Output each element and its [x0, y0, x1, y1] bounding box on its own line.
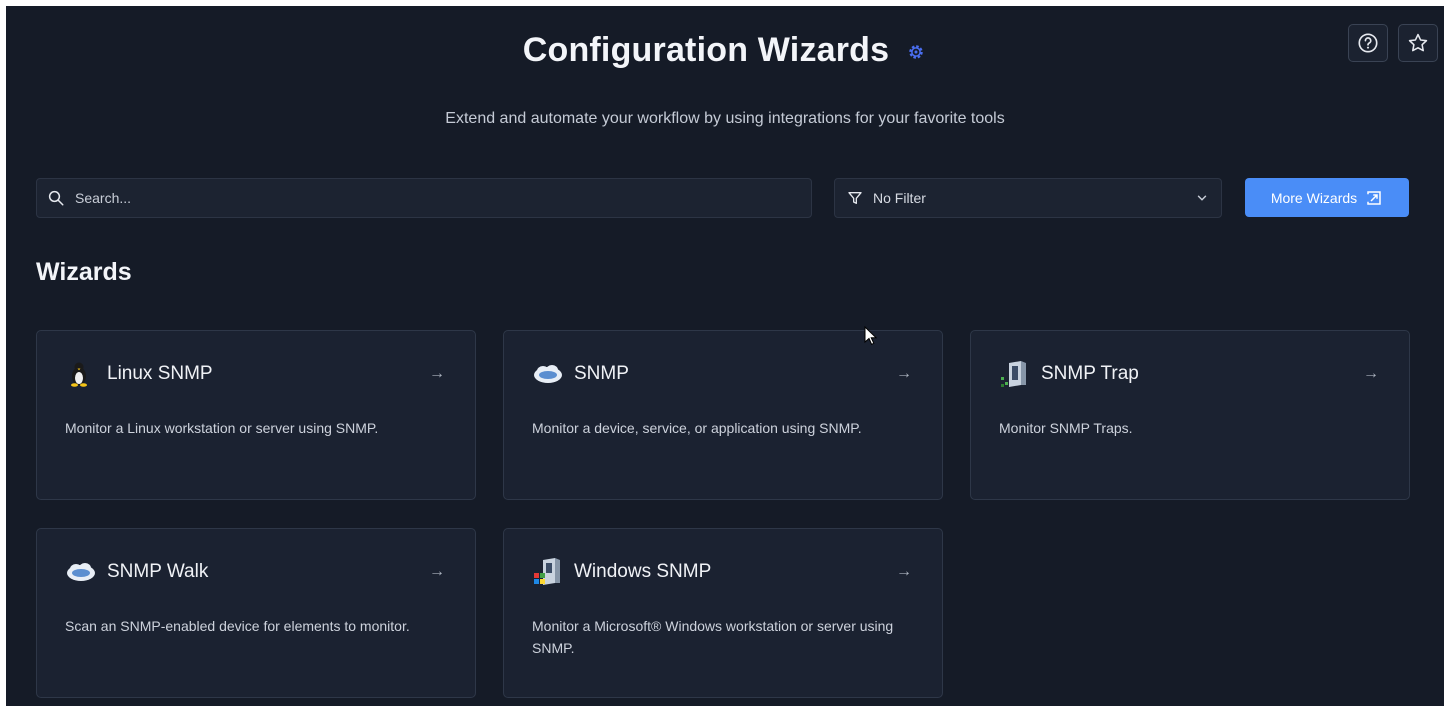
card-header: Windows SNMP → [532, 557, 912, 587]
filter-icon [848, 192, 862, 204]
card-title: SNMP Walk [107, 561, 209, 582]
gear-icon[interactable] [905, 41, 927, 63]
card-description: Scan an SNMP-enabled device for elements… [65, 618, 410, 634]
card-description: Monitor SNMP Traps. [999, 420, 1133, 436]
wizard-card-linux-snmp[interactable]: Linux SNMP → Monitor a Linux workstation… [36, 330, 476, 500]
arrow-right-icon: → [1363, 365, 1379, 382]
wizard-card-snmp-trap[interactable]: SNMP Trap → Monitor SNMP Traps. [970, 330, 1410, 500]
favorite-button[interactable] [1398, 24, 1438, 62]
wizard-card-windows-snmp[interactable]: Windows SNMP → Monitor a Microsoft® Wind… [503, 528, 943, 698]
search-field[interactable] [36, 178, 812, 218]
page-title: Configuration Wizards [522, 30, 890, 69]
more-wizards-button[interactable]: More Wizards [1245, 178, 1409, 217]
windows-server-icon [532, 557, 564, 587]
help-icon [1358, 33, 1378, 53]
card-header: SNMP → [532, 359, 912, 389]
card-description: Monitor a Linux workstation or server us… [65, 420, 379, 436]
card-header: Linux SNMP → [65, 359, 445, 389]
arrow-right-icon: → [429, 365, 445, 382]
header-actions [1348, 24, 1438, 62]
snmp-cloud-icon [65, 557, 97, 587]
wizard-card-snmp[interactable]: SNMP → Monitor a device, service, or app… [503, 330, 943, 500]
card-title: Linux SNMP [107, 363, 213, 384]
card-header: SNMP Trap → [999, 359, 1379, 389]
external-link-icon [1367, 190, 1381, 205]
help-button[interactable] [1348, 24, 1388, 62]
snmp-cloud-icon [532, 359, 564, 389]
search-icon [48, 190, 64, 206]
filter-value: No Filter [873, 190, 926, 206]
more-wizards-label: More Wizards [1270, 189, 1358, 206]
page-subtitle: Extend and automate your workflow by usi… [445, 110, 1005, 127]
card-header: SNMP Walk → [65, 557, 445, 587]
section-title: Wizards [36, 258, 132, 286]
title-row: Configuration Wizards [6, 28, 1444, 72]
arrow-right-icon: → [429, 563, 445, 580]
wizard-card-snmp-walk[interactable]: SNMP Walk → Scan an SNMP-enabled device … [36, 528, 476, 698]
arrow-right-icon: → [896, 365, 912, 382]
app-window: Configuration Wizards Extend and automat… [6, 6, 1444, 706]
star-icon [1408, 33, 1428, 52]
server-trap-icon [999, 359, 1031, 389]
mouse-cursor-icon [864, 326, 878, 345]
filter-select[interactable]: No Filter [834, 178, 1222, 218]
arrow-right-icon: → [896, 563, 912, 580]
search-input[interactable] [75, 190, 775, 206]
card-description: Monitor a device, service, or applicatio… [532, 420, 862, 436]
chevron-down-icon [1197, 195, 1207, 201]
card-title: SNMP [574, 363, 629, 384]
card-description: Monitor a Microsoft® Windows workstation… [532, 618, 894, 656]
card-title: SNMP Trap [1041, 363, 1139, 384]
card-title: Windows SNMP [574, 561, 712, 582]
linux-penguin-icon [65, 359, 97, 389]
